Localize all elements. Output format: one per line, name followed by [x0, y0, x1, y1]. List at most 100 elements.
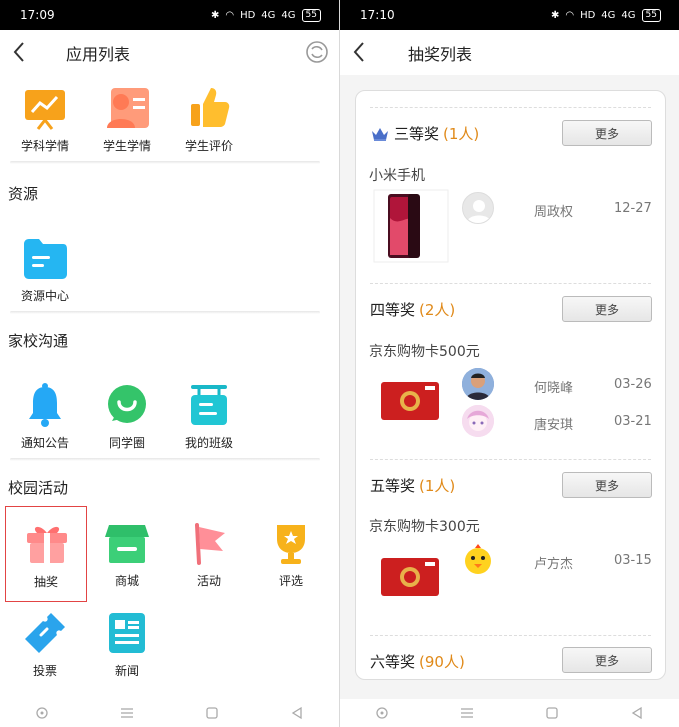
app-notice[interactable]: 通知公告: [4, 377, 86, 457]
winner-avatar: [462, 192, 494, 224]
app-label: 我的班级: [184, 436, 233, 450]
nav-bar: 抽奖列表: [340, 30, 679, 75]
battery-icon: 55: [641, 8, 661, 22]
gift-box-icon: [27, 526, 67, 563]
assistant-icon[interactable]: [374, 705, 390, 721]
wifi-icon: ◠: [225, 9, 235, 21]
section-title-home-school: 家校沟通: [8, 332, 69, 350]
home-icon[interactable]: [544, 705, 560, 721]
status-bar: 17:09 ✱ ◠ HD 4G 4G 55: [0, 0, 339, 30]
app-my-class[interactable]: 我的班级: [168, 377, 250, 457]
app-student-evaluation[interactable]: 学生评价: [168, 80, 250, 160]
app-classmate-circle[interactable]: 同学圈: [86, 377, 168, 457]
nav-bar: 应用列表: [0, 30, 339, 75]
tier-header-5: 五等奖 (1人): [370, 475, 455, 496]
bluetooth-icon: ✱: [550, 9, 560, 21]
status-time: 17:10: [360, 8, 395, 22]
photo-avatar-icon: [462, 368, 494, 400]
home-icon[interactable]: [204, 705, 220, 721]
back-triangle-icon[interactable]: [629, 705, 645, 721]
bell-icon: [29, 383, 61, 427]
app-row-campus-1: 抽奖 商城 活动 评选: [0, 506, 339, 602]
tier-header-6: 六等奖 (90人): [370, 651, 465, 672]
app-row-home-school: 通知公告 同学圈 我的班级: [0, 377, 339, 457]
dashed-divider: [370, 107, 651, 108]
app-subject-analysis[interactable]: 学科学情: [4, 80, 86, 160]
gift-card-image: [381, 558, 439, 596]
prize-name: 京东购物卡500元: [369, 344, 480, 360]
signal-indicator: 4G: [601, 9, 616, 21]
chart-board-icon: [25, 90, 65, 130]
app-vote[interactable]: 投票: [4, 605, 86, 685]
system-nav-bar: [340, 699, 679, 727]
storefront-icon: [105, 525, 149, 563]
anime-avatar-icon: [462, 405, 494, 437]
app-row-analytics: 学科学情 学生学情 学生评价: [0, 80, 339, 160]
ticket-icon: [25, 613, 65, 653]
winner-avatar: [462, 405, 494, 437]
trophy-icon: [277, 525, 305, 564]
menu-icon[interactable]: [119, 705, 135, 721]
dashed-divider: [370, 635, 651, 636]
app-activity[interactable]: 活动: [168, 515, 250, 595]
app-resource-center[interactable]: 资源中心: [4, 230, 86, 310]
app-selection[interactable]: 评选: [250, 515, 332, 595]
winner-name: 周政权: [534, 205, 574, 220]
app-news[interactable]: 新闻: [86, 605, 168, 685]
phone-prize-image: [373, 189, 449, 263]
status-time: 17:09: [20, 8, 55, 22]
tier-name: 四等奖: [370, 301, 416, 319]
refresh-icon[interactable]: [305, 40, 329, 64]
tier-count: (90人): [419, 653, 465, 671]
section-title-campus: 校园活动: [8, 479, 69, 497]
dashed-divider: [370, 459, 651, 460]
page-title: 应用列表: [66, 44, 131, 64]
app-mall[interactable]: 商城: [86, 515, 168, 595]
status-icons: ✱ ◠ HD 4G 4G 55: [211, 8, 321, 22]
class-sign-icon: [191, 385, 227, 425]
signal-indicator-2: 4G: [281, 9, 296, 21]
more-button[interactable]: 更多: [562, 120, 652, 146]
signal-indicator-2: 4G: [621, 9, 636, 21]
app-label: 活动: [196, 574, 221, 588]
more-button[interactable]: 更多: [562, 647, 652, 673]
winner-name: 卢方杰: [534, 557, 574, 572]
menu-icon[interactable]: [459, 705, 475, 721]
back-arrow-icon[interactable]: [350, 40, 370, 64]
hd-indicator: HD: [240, 9, 256, 21]
status-icons: ✱ ◠ HD 4G 4G 55: [550, 8, 661, 22]
chick-avatar-icon: [465, 544, 491, 574]
app-row-resources: 资源中心: [0, 230, 339, 310]
thumbs-up-icon: [191, 88, 230, 127]
tier-header-3: 三等奖 (1人): [370, 123, 479, 144]
gift-card-image: [381, 382, 439, 420]
winner-name: 唐安琪: [534, 418, 574, 433]
chat-bubble-icon: [108, 385, 146, 423]
app-label: 新闻: [114, 664, 139, 678]
winner-name: 何晓峰: [534, 381, 574, 396]
app-label: 同学圈: [108, 436, 145, 450]
winner-date: 03-26: [614, 377, 652, 392]
tier-count: (2人): [419, 301, 456, 319]
newspaper-icon: [109, 613, 145, 653]
app-student-analysis[interactable]: 学生学情: [86, 80, 168, 160]
winner-date: 12-27: [614, 201, 652, 216]
more-button[interactable]: 更多: [562, 296, 652, 322]
app-label: 商城: [114, 574, 139, 588]
tier-name: 六等奖: [370, 653, 416, 671]
more-button[interactable]: 更多: [562, 472, 652, 498]
crown-icon: [372, 127, 388, 141]
section-divider: [10, 458, 320, 461]
default-avatar-icon: [467, 200, 491, 223]
app-label: 评选: [278, 574, 303, 588]
prize-name: 京东购物卡300元: [369, 519, 480, 535]
tier-name: 五等奖: [370, 477, 416, 495]
back-triangle-icon[interactable]: [289, 705, 305, 721]
assistant-icon[interactable]: [34, 705, 50, 721]
back-arrow-icon[interactable]: [10, 40, 30, 64]
winner-date: 03-21: [614, 414, 652, 429]
winner-date: 03-15: [614, 553, 652, 568]
app-lottery[interactable]: 抽奖: [5, 506, 87, 602]
flag-icon: [195, 523, 225, 565]
system-nav-bar: [0, 699, 339, 727]
